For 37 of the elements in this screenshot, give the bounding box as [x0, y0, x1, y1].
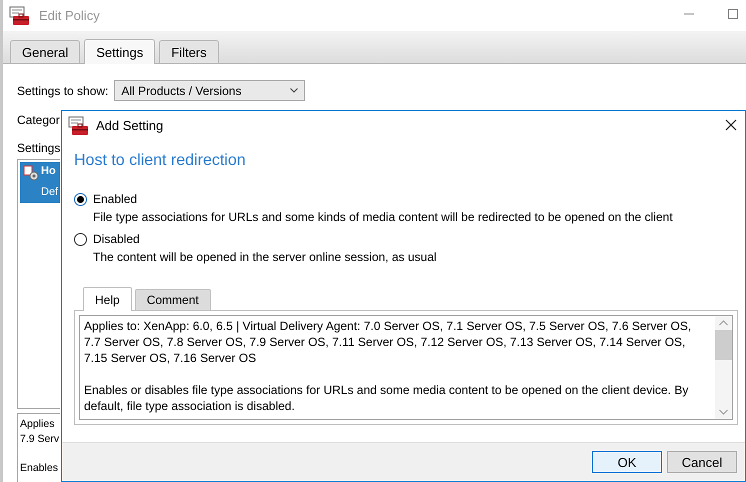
tab[interactable]: General — [10, 40, 80, 63]
tab[interactable]: Help — [83, 287, 132, 311]
chevron-down-icon[interactable] — [719, 409, 728, 415]
item-subtitle: Def — [41, 186, 60, 200]
radio-button[interactable] — [74, 233, 87, 246]
list-item[interactable]: Ho Def — [20, 162, 60, 203]
option-description: The content will be opened in the server online session, as usual — [93, 250, 438, 265]
tab[interactable]: Comment — [134, 289, 211, 310]
radio-button[interactable] — [74, 193, 87, 206]
chevron-up-icon[interactable] — [719, 320, 728, 326]
app-icon — [68, 116, 90, 136]
field-label: Categor — [17, 113, 60, 127]
help-paragraph: Enables or disables file type associations for URLs and some media content to be opened on the client device. By default, file type association is disabled. — [84, 382, 690, 414]
option-description: File type associations for URLs and some kinds of media content will be redirected to be opened on the client — [93, 210, 674, 225]
scrollbar[interactable] — [715, 316, 732, 419]
description-text: Applies 7.9 Serv — [20, 417, 60, 447]
help-paragraph: Applies to: XenApp: 6.0, 6.5 | Virtual Delivery Agent: 7.0 Server OS, 7.1 Server OS, 7.5 Server OS, 7.6 Server OS, 7.7 Server OS, 7.8 Server OS, 7.9 Server OS, 7.11 Server OS, 7.12 Server OS, 7.13 Server OS, 7.14 Server OS, 7.15 Server OS, 7.16 Server OS — [84, 318, 692, 366]
dialog-button[interactable]: OK — [592, 451, 662, 473]
app-icon — [9, 6, 31, 26]
description-text: Enables — [20, 461, 59, 476]
field-label: Settings — [17, 141, 60, 155]
tab[interactable]: Settings — [84, 39, 156, 64]
field-label: Settings to show: — [17, 84, 108, 98]
window-title: Edit Policy — [39, 8, 100, 23]
products-dropdown[interactable]: All Products / Versions — [114, 80, 306, 101]
close-icon[interactable] — [725, 119, 737, 131]
radio-label: Disabled — [93, 232, 141, 247]
scrollbar-thumb[interactable] — [715, 330, 732, 360]
chevron-down-icon — [290, 88, 298, 93]
radio-label: Enabled — [93, 192, 138, 207]
setting-gear-icon — [23, 165, 39, 181]
maximize-icon[interactable] — [727, 8, 739, 20]
dialog-title: Add Setting — [96, 118, 164, 133]
item-title: Ho — [41, 165, 57, 179]
dialog-button[interactable]: Cancel — [667, 451, 737, 473]
tab[interactable]: Filters — [159, 40, 219, 63]
dialog-heading: Host to client redirection — [74, 152, 247, 170]
